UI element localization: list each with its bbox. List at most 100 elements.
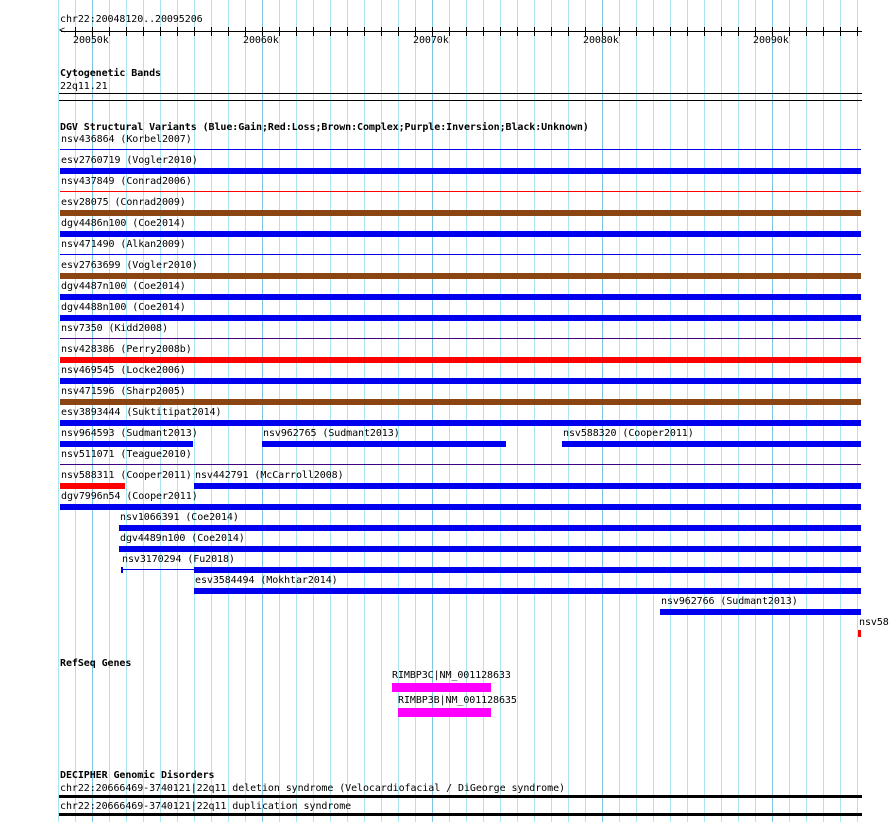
gridline: [704, 0, 705, 822]
dgv-variant-bar[interactable]: [60, 294, 861, 300]
dgv-variant-bar[interactable]: [119, 546, 861, 552]
cytobands-track-title: Cytogenetic Bands: [60, 68, 161, 79]
dgv-variant-label[interactable]: nsv471596 (Sharp2005): [61, 386, 186, 397]
ruler-tick: [568, 27, 569, 36]
dgv-variant-label[interactable]: nsv471490 (Alkan2009): [61, 239, 186, 250]
decipher-feature-bar[interactable]: [59, 813, 862, 816]
genome-browser-view[interactable]: chr22:20048120..20095206 < 20050k 20060k 2…: [0, 0, 890, 822]
ruler-tick: [364, 27, 365, 36]
dgv-variant-bar[interactable]: [194, 588, 861, 594]
gridline: [636, 0, 637, 822]
dgv-variant-label[interactable]: nsv962765 (Sudmant2013): [263, 428, 400, 439]
dgv-variant-label[interactable]: dgv4487n100 (Coe2014): [61, 281, 186, 292]
decipher-feature-bar[interactable]: [59, 795, 862, 798]
dgv-variant-label[interactable]: esv2760719 (Vogler2010): [61, 155, 198, 166]
ruler-tick: [313, 27, 314, 36]
dgv-variant-label[interactable]: nsv58: [859, 617, 889, 628]
dgv-variant-label[interactable]: dgv4488n100 (Coe2014): [61, 302, 186, 313]
cytoband-label: 22q11.21: [60, 81, 108, 92]
decipher-item-label[interactable]: chr22:20666469-3740121|22q11 duplication…: [60, 801, 351, 812]
ruler-tick: [687, 27, 688, 36]
dgv-variant-label[interactable]: nsv428386 (Perry2008b): [61, 344, 192, 355]
dgv-variant-bar[interactable]: [194, 567, 861, 573]
dgv-variant-bar[interactable]: [60, 464, 861, 465]
gridline: [840, 0, 841, 822]
ruler-axis: [61, 31, 862, 32]
dgv-variant-bar-thin[interactable]: [121, 569, 194, 570]
dgv-variant-bar[interactable]: [194, 483, 861, 489]
ruler-tick: [228, 27, 229, 36]
dgv-variant-label[interactable]: nsv436864 (Korbel2007): [61, 134, 192, 145]
ruler-tick: [619, 27, 620, 36]
dgv-variant-label[interactable]: nsv3170294 (Fu2018): [122, 554, 235, 565]
ruler-tick-label: 20080k: [583, 35, 619, 46]
ruler-tick: [466, 27, 467, 36]
dgv-variant-bar[interactable]: [119, 525, 861, 531]
dgv-variant-bar[interactable]: [60, 441, 193, 447]
dgv-variant-bar[interactable]: [60, 210, 861, 216]
dgv-variant-label[interactable]: esv2763699 (Vogler2010): [61, 260, 198, 271]
ruler-tick-label: 20050k: [73, 35, 109, 46]
ruler-tick: [789, 27, 790, 36]
ruler-tick: [160, 27, 161, 36]
dgv-variant-bar[interactable]: [60, 338, 861, 339]
ruler-tick: [347, 27, 348, 36]
dgv-variant-label[interactable]: esv3584494 (Mokhtar2014): [195, 575, 338, 586]
dgv-variant-label[interactable]: nsv511071 (Teague2010): [61, 449, 192, 460]
dgv-variant-bar[interactable]: [60, 168, 861, 174]
dgv-variant-start-tick[interactable]: [121, 567, 123, 573]
dgv-variant-bar[interactable]: [562, 441, 861, 447]
dgv-variant-label[interactable]: nsv964593 (Sudmant2013): [61, 428, 198, 439]
dgv-variant-label[interactable]: nsv588311 (Cooper2011): [61, 470, 192, 481]
gene-label[interactable]: RIMBP3C|NM_001128633: [392, 670, 511, 681]
ruler-tick-label: 20070k: [413, 35, 449, 46]
location-label: chr22:20048120..20095206: [60, 14, 203, 25]
left-arrow-icon[interactable]: <: [59, 25, 65, 36]
dgv-variant-label[interactable]: nsv1066391 (Coe2014): [120, 512, 239, 523]
dgv-variant-label[interactable]: nsv7350 (Kidd2008): [61, 323, 168, 334]
ruler-tick: [449, 27, 450, 36]
gridline: [602, 0, 603, 822]
dgv-variant-label[interactable]: dgv4489n100 (Coe2014): [120, 533, 245, 544]
dgv-variant-label[interactable]: nsv469545 (Locke2006): [61, 365, 186, 376]
dgv-variant-label[interactable]: esv28075 (Conrad2009): [61, 197, 186, 208]
gridline: [857, 0, 858, 822]
dgv-variant-bar[interactable]: [60, 254, 861, 255]
dgv-variant-label[interactable]: dgv7996n54 (Cooper2011): [61, 491, 198, 502]
dgv-variant-bar[interactable]: [660, 609, 861, 615]
dgv-variant-bar[interactable]: [60, 191, 861, 192]
ruler-tick: [381, 27, 382, 36]
dgv-variant-label[interactable]: dgv4486n100 (Coe2014): [61, 218, 186, 229]
dgv-variant-label[interactable]: nsv437849 (Conrad2006): [61, 176, 192, 187]
dgv-variant-label[interactable]: esv3893444 (Suktitipat2014): [61, 407, 221, 418]
dgv-variant-bar[interactable]: [60, 273, 861, 279]
dgv-variant-bar[interactable]: [858, 630, 861, 637]
decipher-track-title: DECIPHER Genomic Disorders: [60, 770, 215, 781]
ruler-tick: [840, 27, 841, 36]
gene-bar[interactable]: [392, 683, 491, 692]
ruler-tick: [534, 27, 535, 36]
dgv-variant-label[interactable]: nsv588320 (Cooper2011): [563, 428, 694, 439]
decipher-item-label[interactable]: chr22:20666469-3740121|22q11 deletion sy…: [60, 783, 565, 794]
dgv-variant-bar[interactable]: [60, 504, 861, 510]
dgv-variant-label[interactable]: nsv962766 (Sudmant2013): [661, 596, 798, 607]
dgv-variant-bar[interactable]: [60, 315, 861, 321]
dgv-variant-bar[interactable]: [60, 357, 861, 363]
dgv-variant-bar[interactable]: [60, 483, 125, 489]
ruler-tick: [126, 27, 127, 36]
dgv-variant-label[interactable]: nsv442791 (McCarroll2008): [195, 470, 344, 481]
dgv-variant-bar[interactable]: [262, 441, 506, 447]
gene-label[interactable]: RIMBP3B|NM_001128635: [398, 695, 517, 706]
gridline: [670, 0, 671, 822]
dgv-variant-bar[interactable]: [60, 378, 861, 384]
dgv-variant-bar[interactable]: [60, 420, 861, 426]
gene-bar[interactable]: [398, 708, 491, 717]
dgv-variant-bar[interactable]: [60, 231, 861, 237]
ruler-tick-label: 20090k: [753, 35, 789, 46]
dgv-variant-bar[interactable]: [60, 149, 861, 150]
ruler-tick: [517, 27, 518, 36]
gridline: [772, 0, 773, 822]
dgv-variant-bar[interactable]: [60, 399, 861, 405]
dgv-track-title: DGV Structural Variants (Blue:Gain;Red:L…: [60, 122, 589, 133]
ruler-tick: [279, 27, 280, 36]
